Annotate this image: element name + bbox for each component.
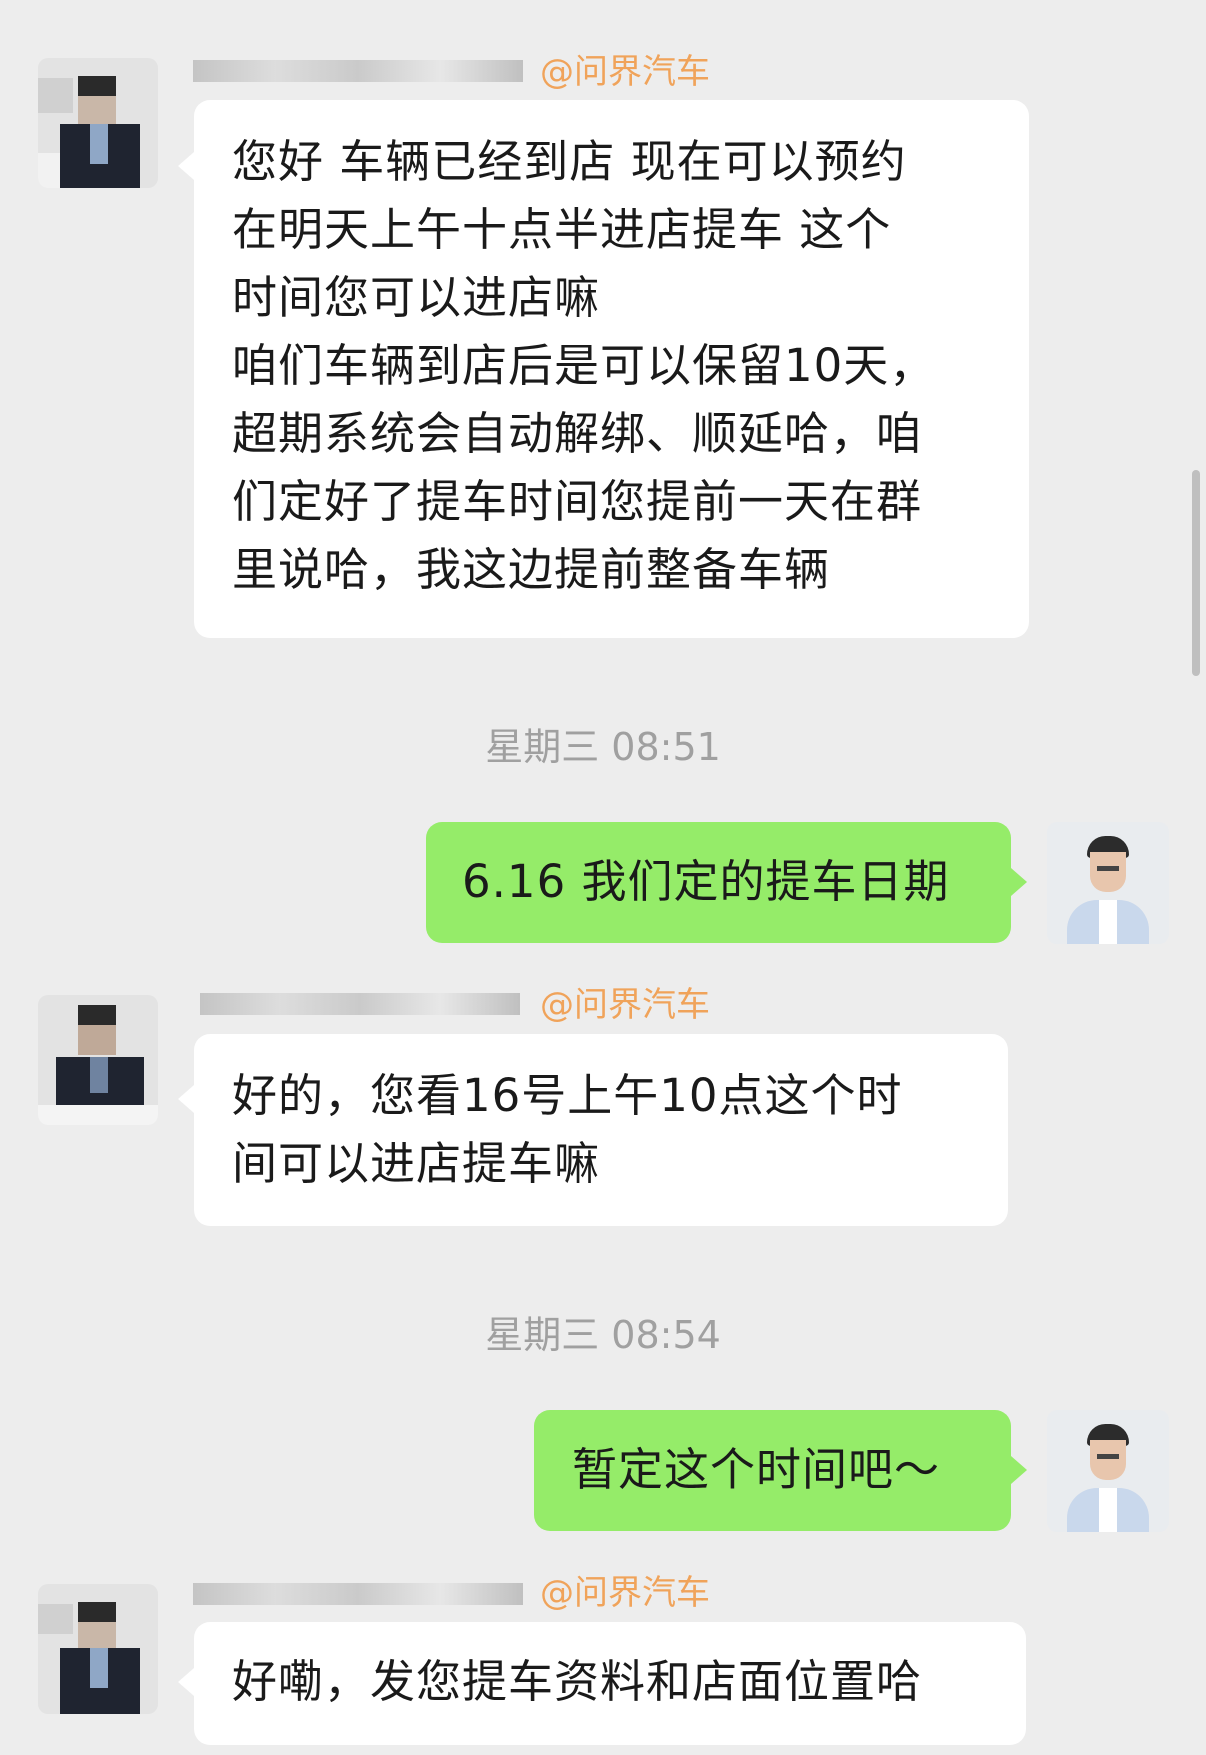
bubble-tail (178, 1668, 194, 1696)
sender-org-tag: @问界汽车 (540, 52, 710, 92)
sender-name-blurred (193, 60, 523, 82)
message-bubble[interactable]: 您好 车辆已经到店 现在可以预约 在明天上午十点半进店提车 这个 时间您可以进店… (194, 100, 1029, 638)
message-text-line: 时间您可以进店嘛 (232, 271, 601, 324)
message-text-line: 间可以进店提车嘛 (232, 1137, 601, 1190)
message-text-line: 们定好了提车时间您提前一天在群 (232, 475, 923, 528)
contact-avatar[interactable] (38, 58, 158, 188)
user-avatar[interactable] (1047, 822, 1169, 944)
message-bubble[interactable]: 好嘞，发您提车资料和店面位置哈 (194, 1622, 1026, 1745)
message-bubble[interactable]: 好的，您看16号上午10点这个时 间可以进店提车嘛 (194, 1034, 1008, 1226)
contact-avatar[interactable] (38, 1584, 158, 1714)
message-text-line: 好的，您看16号上午10点这个时 (232, 1069, 903, 1122)
contact-avatar[interactable] (38, 995, 158, 1125)
timestamp: 星期三 08:54 (485, 1313, 721, 1357)
message-text-line: 咱们车辆到店后是可以保留10天， (232, 339, 936, 392)
user-avatar[interactable] (1047, 1410, 1169, 1532)
sender-org-tag: @问界汽车 (540, 1573, 710, 1613)
bubble-tail (178, 1085, 194, 1113)
scrollbar[interactable] (1192, 470, 1200, 676)
message-text-line: 暂定这个时间吧～ (572, 1443, 941, 1496)
bubble-tail (178, 152, 194, 180)
timestamp: 星期三 08:51 (485, 725, 721, 769)
bubble-tail (1011, 868, 1027, 896)
message-text-line: 好嘞，发您提车资料和店面位置哈 (232, 1655, 923, 1708)
sender-name-blurred (193, 1583, 523, 1605)
message-bubble[interactable]: 暂定这个时间吧～ (534, 1410, 1011, 1531)
message-text-line: 您好 车辆已经到店 现在可以预约 (232, 135, 907, 188)
message-text-line: 超期系统会自动解绑、顺延哈，咱 (232, 407, 923, 460)
message-text-line: 里说哈，我这边提前整备车辆 (232, 543, 831, 596)
message-text-line: 在明天上午十点半进店提车 这个 (232, 203, 892, 256)
sender-org-tag: @问界汽车 (540, 985, 710, 1025)
sender-name-blurred (200, 993, 520, 1015)
message-bubble[interactable]: 6.16 我们定的提车日期 (426, 822, 1011, 943)
bubble-tail (1011, 1456, 1027, 1484)
message-text-line: 6.16 我们定的提车日期 (462, 855, 950, 908)
